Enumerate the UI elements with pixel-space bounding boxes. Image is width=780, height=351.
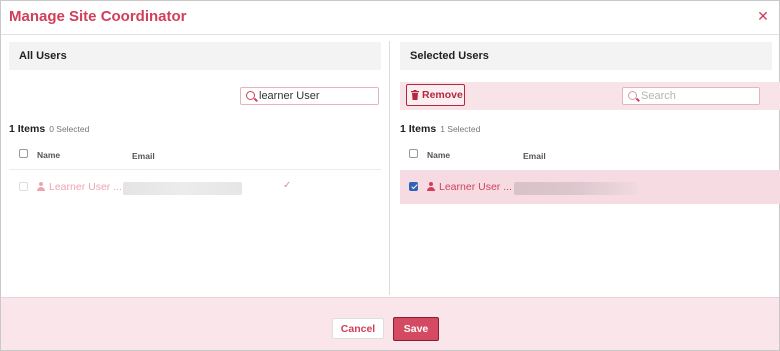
- all-users-name-column-header[interactable]: Name: [37, 150, 60, 160]
- row-checkbox-checked[interactable]: [409, 182, 418, 191]
- all-users-count: 1 Items 0 Selected: [9, 123, 89, 135]
- all-users-items-count: 1 Items: [9, 123, 46, 135]
- row-checkbox-disabled: [19, 182, 28, 191]
- close-icon[interactable]: ✕: [756, 9, 770, 23]
- search-icon: [246, 91, 255, 100]
- dialog-footer: [1, 297, 779, 350]
- all-users-search-field[interactable]: [240, 87, 379, 105]
- selected-users-pane: Selected Users: [391, 35, 779, 297]
- selected-users-count: 1 Items 1 Selected: [400, 123, 480, 135]
- all-users-pane: All Users: [1, 35, 389, 297]
- all-users-header-divider: [9, 169, 381, 170]
- remove-button-label: Remove: [422, 89, 463, 101]
- user-name: Learner User ...: [49, 181, 122, 193]
- selected-users-search-field[interactable]: [622, 87, 760, 105]
- selected-users-name-column-header[interactable]: Name: [427, 150, 450, 160]
- all-users-heading: All Users: [19, 50, 67, 62]
- selected-users-header: Selected Users: [400, 42, 772, 70]
- selected-users-heading: Selected Users: [410, 50, 489, 62]
- search-icon: [628, 91, 637, 100]
- all-users-select-all-checkbox[interactable]: [19, 149, 28, 158]
- dialog-title: Manage Site Coordinator: [9, 8, 187, 25]
- selected-users-search-input[interactable]: [641, 89, 755, 103]
- selected-users-select-all-checkbox[interactable]: [409, 149, 418, 158]
- email-redacted: [123, 182, 242, 195]
- email-redacted: [514, 182, 638, 195]
- selected-users-email-column-header[interactable]: Email: [523, 151, 546, 161]
- check-icon: ✓: [283, 180, 292, 191]
- cancel-button[interactable]: Cancel: [332, 318, 384, 339]
- all-users-selected-count: 0 Selected: [49, 124, 90, 134]
- save-button[interactable]: Save: [393, 317, 439, 341]
- all-users-email-column-header[interactable]: Email: [132, 151, 155, 161]
- dialog-header: Manage Site Coordinator ✕: [1, 1, 779, 35]
- all-users-header: All Users: [9, 42, 381, 70]
- selected-users-selected-count: 1 Selected: [440, 124, 481, 134]
- user-icon: [427, 182, 435, 191]
- selected-users-items-count: 1 Items: [400, 123, 437, 135]
- pane-divider: [389, 41, 390, 295]
- user-name: Learner User ...: [439, 181, 512, 193]
- user-icon: [37, 182, 45, 191]
- manage-site-coordinator-dialog: Manage Site Coordinator ✕ All Users 1 It…: [0, 0, 780, 351]
- all-users-search-input[interactable]: [259, 89, 374, 103]
- remove-button[interactable]: Remove: [406, 84, 465, 106]
- trash-icon: [411, 90, 419, 100]
